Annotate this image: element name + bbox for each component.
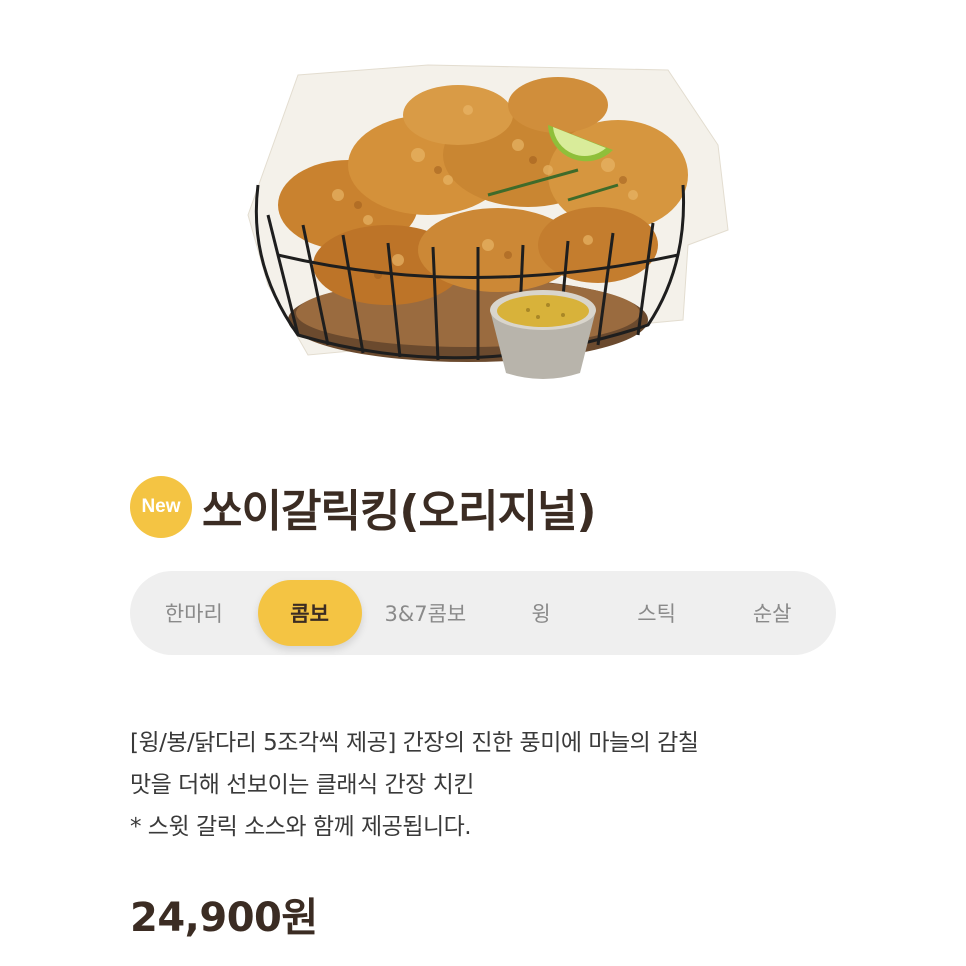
product-title: 쏘이갈릭킹(오리지널) <box>202 486 597 537</box>
product-description: [윙/봉/닭다리 5조각씩 제공] 간장의 진한 풍미에 마늘의 감칠 맛을 더… <box>130 722 850 848</box>
description-line-1: [윙/봉/닭다리 5조각씩 제공] 간장의 진한 풍미에 마늘의 감칠 <box>130 730 699 756</box>
tab-3-7-combo[interactable]: 3&7콤보 <box>368 580 484 646</box>
product-title-row: New 쏘이갈릭킹(오리지널) <box>130 472 597 542</box>
tab-combo[interactable]: 콤보 <box>257 580 362 646</box>
tab-hanmari[interactable]: 한마리 <box>136 580 252 646</box>
size-option-tabs: 한마리 콤보 3&7콤보 윙 스틱 순살 <box>130 571 836 655</box>
tab-stick[interactable]: 스틱 <box>599 580 715 646</box>
fried-chicken-basket-image <box>247 64 729 379</box>
new-badge: New <box>130 476 192 538</box>
product-price: 24,900원 <box>130 895 318 941</box>
tab-boneless[interactable]: 순살 <box>714 580 830 646</box>
description-line-3: * 스윗 갈릭 소스와 함께 제공됩니다. <box>130 814 472 840</box>
description-line-2: 맛을 더해 선보이는 클래식 간장 치킨 <box>130 772 474 798</box>
product-image <box>228 55 738 395</box>
tab-wing[interactable]: 윙 <box>483 580 599 646</box>
